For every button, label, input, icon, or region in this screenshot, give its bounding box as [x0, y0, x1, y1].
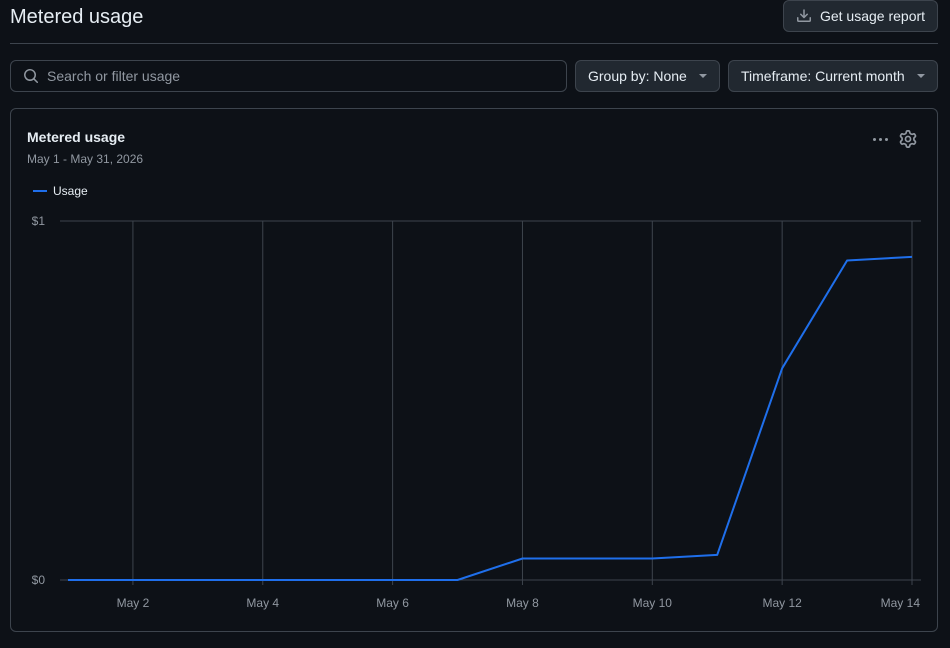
- group-by-dropdown[interactable]: Group by: None: [575, 60, 720, 92]
- search-icon: [24, 69, 39, 84]
- card-subtitle: May 1 - May 31, 2026: [27, 152, 144, 166]
- caret-down-icon: [917, 74, 925, 78]
- legend-swatch: [33, 190, 47, 192]
- header-divider: [10, 43, 938, 44]
- get-usage-report-button[interactable]: Get usage report: [783, 0, 938, 32]
- legend-label: Usage: [53, 184, 88, 198]
- gear-icon[interactable]: [899, 130, 917, 148]
- search-box[interactable]: [10, 60, 567, 92]
- group-by-label: Group by: None: [588, 68, 687, 84]
- caret-down-icon: [699, 74, 707, 78]
- search-input[interactable]: [47, 68, 566, 84]
- timeframe-dropdown[interactable]: Timeframe: Current month: [728, 60, 938, 92]
- kebab-dot: [878, 137, 882, 141]
- chart-legend[interactable]: Usage: [33, 184, 88, 198]
- more-options-button[interactable]: [869, 129, 891, 149]
- get-usage-report-label: Get usage report: [819, 8, 926, 24]
- download-icon: [796, 9, 811, 22]
- kebab-dot: [872, 137, 876, 141]
- usage-card: Metered usage May 1 - May 31, 2026 Usage: [10, 108, 938, 632]
- page-title: Metered usage: [10, 6, 144, 28]
- card-title: Metered usage: [27, 129, 126, 145]
- timeframe-label: Timeframe: Current month: [741, 68, 905, 84]
- kebab-dot: [884, 137, 888, 141]
